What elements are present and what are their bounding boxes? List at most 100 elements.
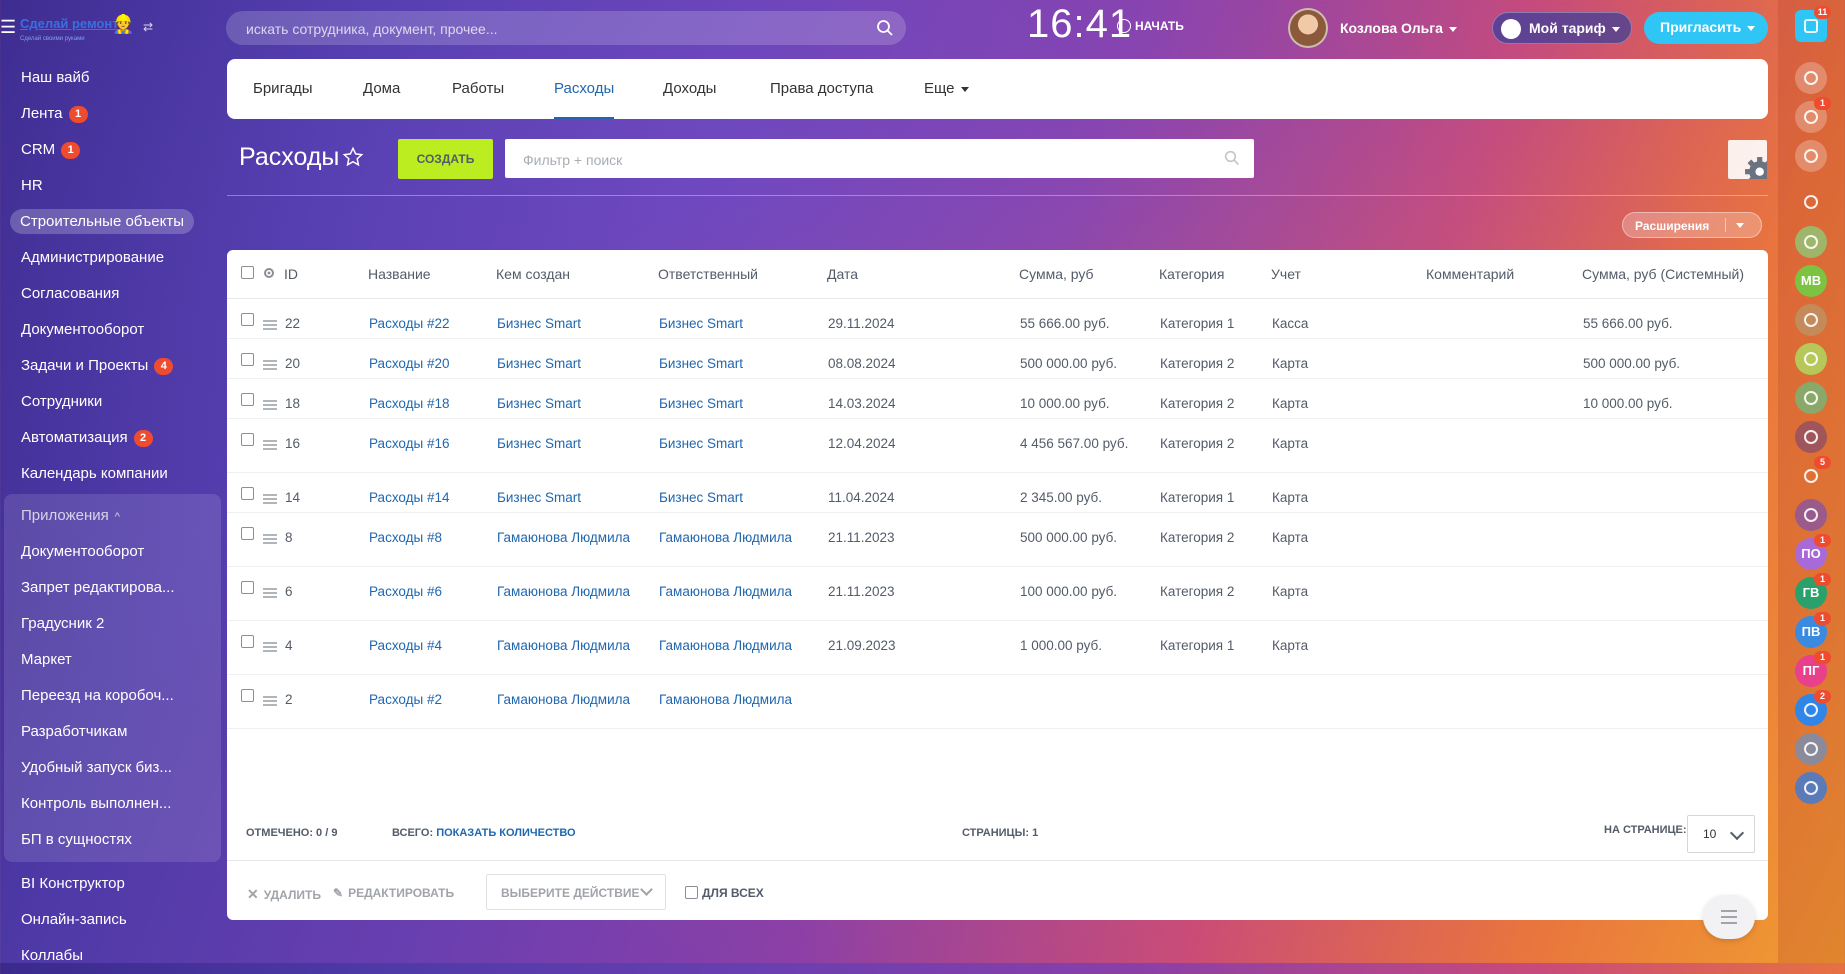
table-cell-responsible[interactable]: Бизнес Smart [658, 298, 827, 339]
table-cell-created-by[interactable]: Гамаюнова Людмила [496, 674, 658, 729]
chat-avatar[interactable]: МВ [1795, 265, 1827, 297]
cell-link[interactable]: Гамаюнова Людмила [497, 582, 630, 601]
table-cell-responsible[interactable]: Гамаюнова Людмила [658, 620, 827, 675]
cell-link[interactable]: Бизнес Smart [497, 314, 581, 333]
cell-link[interactable]: Расходы #2 [369, 692, 442, 707]
sidebar-item[interactable]: Календарь компании [0, 456, 225, 492]
column-header[interactable]: ID [284, 250, 368, 299]
chat-avatar[interactable]: ПО 1 [1795, 534, 1831, 570]
cell-link[interactable]: Бизнес Smart [497, 394, 581, 413]
sidebar-app-item[interactable]: Контроль выполнен... [4, 786, 221, 822]
action-select[interactable]: ВЫБЕРИТЕ ДЕЙСТВИЕ [486, 874, 666, 910]
table-cell-name[interactable]: Расходы #6 [368, 566, 496, 621]
select-all-checkbox[interactable] [241, 266, 254, 279]
avatar-rail-button[interactable] [1795, 421, 1827, 453]
sidebar-app-item[interactable]: Переезд на коробоч... [4, 678, 221, 714]
sidebar-app-item[interactable]: Градусник 2 [4, 606, 221, 642]
table-row[interactable]: 16 Расходы #16 Бизнес Smart Бизнес Smart 12.… [227, 418, 1768, 473]
sidebar-settings-icon[interactable]: ⇄ [143, 20, 153, 34]
chat-avatar[interactable]: ПВ 1 [1795, 612, 1831, 648]
cell-link[interactable]: Расходы #22 [369, 316, 449, 331]
cell-link[interactable]: Гамаюнова Людмила [659, 528, 792, 547]
contact-card-rail-button[interactable] [1795, 733, 1827, 765]
column-header[interactable]: Категория [1159, 250, 1271, 299]
cell-link[interactable]: Расходы #20 [369, 356, 449, 371]
column-header[interactable]: Название [368, 250, 496, 299]
global-search[interactable] [226, 11, 906, 47]
tab[interactable]: Работы [452, 59, 504, 119]
row-menu-icon[interactable] [263, 320, 277, 330]
sidebar-item[interactable]: Наш вайб [0, 60, 225, 96]
column-header[interactable]: Ответственный [658, 250, 827, 299]
table-cell-name[interactable]: Расходы #2 [368, 674, 496, 729]
table-cell-created-by[interactable]: Бизнес Smart [496, 338, 658, 379]
create-button[interactable]: СОЗДАТЬ [398, 139, 493, 179]
row-checkbox[interactable] [241, 581, 254, 594]
table-row[interactable]: 4 Расходы #4 Гамаюнова Людмила Гамаюнова Лю… [227, 620, 1768, 675]
table-cell-responsible[interactable]: Бизнес Smart [658, 472, 827, 513]
sidebar-item[interactable]: BI Конструктор [0, 866, 225, 902]
table-cell-created-by[interactable]: Бизнес Smart [496, 472, 658, 513]
table-cell-name[interactable]: Расходы #20 [368, 338, 496, 379]
invite-button[interactable]: Пригласить [1644, 12, 1768, 44]
sidebar-app-item[interactable]: Разработчикам [4, 714, 221, 750]
tab[interactable]: Дома [363, 59, 400, 119]
cell-link[interactable]: Гамаюнова Людмила [497, 636, 630, 655]
delete-button[interactable]: ✕ УДАЛИТЬ [247, 886, 321, 903]
column-header[interactable]: Сумма, руб [1019, 250, 1159, 299]
cell-link[interactable]: Расходы #4 [369, 638, 442, 653]
tab[interactable]: Бригады [253, 59, 313, 119]
column-header[interactable]: Дата [827, 250, 1019, 299]
chevron-down-icon[interactable] [1736, 223, 1744, 228]
table-row[interactable]: 8 Расходы #8 Гамаюнова Людмила Гамаюнова Лю… [227, 512, 1768, 567]
sidebar-item[interactable]: Автоматизация 2 [0, 420, 225, 456]
chat-rail-button[interactable] [1795, 140, 1827, 172]
sidebar-item[interactable]: Коллабы [0, 938, 225, 974]
table-cell-created-by[interactable]: Бизнес Smart [496, 378, 658, 419]
cell-link[interactable]: Гамаюнова Людмила [659, 636, 792, 655]
row-checkbox[interactable] [241, 433, 254, 446]
cell-link[interactable]: Гамаюнова Людмила [497, 528, 630, 547]
table-cell-created-by[interactable]: Бизнес Smart [496, 298, 658, 339]
table-row[interactable]: 2 Расходы #2 Гамаюнова Людмила Гамаюнова Лю… [227, 674, 1768, 729]
search-icon[interactable] [876, 19, 894, 37]
search-icon[interactable] [1224, 150, 1240, 166]
per-page-select[interactable]: 10 [1687, 815, 1755, 853]
sidebar-app-item[interactable]: Маркет [4, 642, 221, 678]
start-workday-button[interactable]: НАЧАТЬ [1117, 19, 1184, 33]
sidebar-item[interactable]: Строительные объекты [0, 204, 225, 240]
tab[interactable]: Права доступа [770, 59, 873, 119]
task-rail-button[interactable]: 2 [1795, 690, 1831, 726]
table-row[interactable]: 22 Расходы #22 Бизнес Smart Бизнес Smart 29.… [227, 298, 1768, 339]
row-menu-icon[interactable] [263, 642, 277, 652]
settings-button[interactable] [1728, 140, 1775, 187]
filter-search[interactable] [505, 139, 1254, 180]
search-input[interactable] [244, 11, 848, 47]
search-rail-button[interactable] [1795, 186, 1827, 218]
column-header[interactable]: Кем создан [496, 250, 658, 299]
cell-link[interactable]: Гамаюнова Людмила [497, 690, 630, 709]
cell-link[interactable]: Расходы #14 [369, 490, 449, 505]
sidebar-app-item[interactable]: Документооборот [4, 534, 221, 570]
star-icon[interactable] [342, 146, 364, 168]
table-row[interactable]: 14 Расходы #14 Бизнес Smart Бизнес Smart 11.… [227, 472, 1768, 513]
sidebar-item[interactable]: Согласования [0, 276, 225, 312]
cell-link[interactable]: Расходы #16 [369, 436, 449, 451]
activity-rail-button[interactable] [1795, 62, 1827, 94]
chat-bubble-rail-button[interactable] [1795, 343, 1827, 375]
edit-button[interactable]: ✎ РЕДАКТИРОВАТЬ [333, 886, 454, 900]
cell-link[interactable]: Бизнес Smart [659, 488, 743, 507]
row-checkbox[interactable] [241, 393, 254, 406]
row-menu-icon[interactable] [263, 588, 277, 598]
sidebar-item[interactable]: HR [0, 168, 225, 204]
table-cell-name[interactable]: Расходы #16 [368, 418, 496, 473]
table-cell-created-by[interactable]: Гамаюнова Людмила [496, 620, 658, 675]
tab[interactable]: Доходы [663, 59, 716, 119]
sidebar-item[interactable]: Лента 1 [0, 96, 225, 132]
column-header[interactable]: Сумма, руб (Системный) [1582, 250, 1768, 299]
table-cell-created-by[interactable]: Гамаюнова Людмила [496, 512, 658, 567]
contact-card-rail-button[interactable] [1795, 226, 1827, 258]
hamburger-menu-icon[interactable]: ☰ [0, 18, 16, 36]
sidebar-app-item[interactable]: БП в сущностях [4, 822, 221, 858]
row-menu-icon[interactable] [263, 400, 277, 410]
